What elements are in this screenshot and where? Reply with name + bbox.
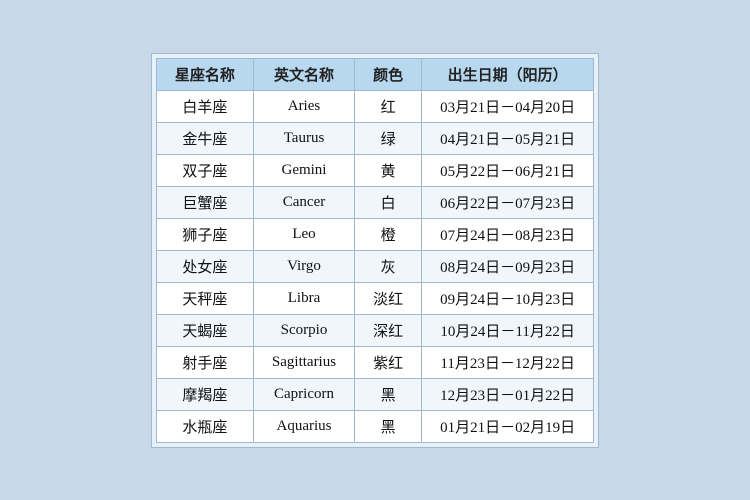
cell-dates: 10月24日－11月22日	[422, 314, 594, 346]
cell-color: 淡红	[355, 282, 422, 314]
cell-english: Cancer	[253, 186, 354, 218]
cell-chinese: 巨蟹座	[156, 186, 253, 218]
cell-english: Gemini	[253, 154, 354, 186]
cell-english: Sagittarius	[253, 346, 354, 378]
table-row: 天蝎座Scorpio深红10月24日－11月22日	[156, 314, 593, 346]
table-row: 天秤座Libra淡红09月24日－10月23日	[156, 282, 593, 314]
cell-color: 紫红	[355, 346, 422, 378]
table-row: 摩羯座Capricorn黑12月23日－01月22日	[156, 378, 593, 410]
cell-color: 黑	[355, 410, 422, 442]
cell-dates: 03月21日－04月20日	[422, 90, 594, 122]
cell-chinese: 摩羯座	[156, 378, 253, 410]
table-row: 射手座Sagittarius紫红11月23日－12月22日	[156, 346, 593, 378]
cell-dates: 06月22日－07月23日	[422, 186, 594, 218]
cell-chinese: 双子座	[156, 154, 253, 186]
table-row: 金牛座Taurus绿04月21日－05月21日	[156, 122, 593, 154]
col-header-dates: 出生日期（阳历）	[422, 58, 594, 90]
cell-english: Virgo	[253, 250, 354, 282]
cell-chinese: 处女座	[156, 250, 253, 282]
cell-chinese: 白羊座	[156, 90, 253, 122]
cell-color: 深红	[355, 314, 422, 346]
cell-english: Scorpio	[253, 314, 354, 346]
table-row: 双子座Gemini黄05月22日－06月21日	[156, 154, 593, 186]
cell-chinese: 水瓶座	[156, 410, 253, 442]
table-row: 处女座Virgo灰08月24日－09月23日	[156, 250, 593, 282]
cell-dates: 01月21日－02月19日	[422, 410, 594, 442]
cell-chinese: 金牛座	[156, 122, 253, 154]
cell-english: Aquarius	[253, 410, 354, 442]
cell-color: 橙	[355, 218, 422, 250]
cell-dates: 07月24日－08月23日	[422, 218, 594, 250]
cell-english: Leo	[253, 218, 354, 250]
table-header-row: 星座名称 英文名称 颜色 出生日期（阳历）	[156, 58, 593, 90]
cell-dates: 12月23日－01月22日	[422, 378, 594, 410]
cell-dates: 05月22日－06月21日	[422, 154, 594, 186]
cell-dates: 08月24日－09月23日	[422, 250, 594, 282]
zodiac-table-wrapper: 星座名称 英文名称 颜色 出生日期（阳历） 白羊座Aries红03月21日－04…	[151, 53, 599, 448]
col-header-english: 英文名称	[253, 58, 354, 90]
table-row: 巨蟹座Cancer白06月22日－07月23日	[156, 186, 593, 218]
table-row: 水瓶座Aquarius黑01月21日－02月19日	[156, 410, 593, 442]
cell-english: Aries	[253, 90, 354, 122]
cell-color: 绿	[355, 122, 422, 154]
cell-english: Capricorn	[253, 378, 354, 410]
cell-chinese: 射手座	[156, 346, 253, 378]
cell-english: Libra	[253, 282, 354, 314]
col-header-color: 颜色	[355, 58, 422, 90]
cell-color: 黑	[355, 378, 422, 410]
cell-chinese: 天秤座	[156, 282, 253, 314]
cell-english: Taurus	[253, 122, 354, 154]
cell-dates: 04月21日－05月21日	[422, 122, 594, 154]
col-header-chinese: 星座名称	[156, 58, 253, 90]
table-row: 白羊座Aries红03月21日－04月20日	[156, 90, 593, 122]
cell-color: 黄	[355, 154, 422, 186]
cell-chinese: 天蝎座	[156, 314, 253, 346]
table-row: 狮子座Leo橙07月24日－08月23日	[156, 218, 593, 250]
cell-color: 灰	[355, 250, 422, 282]
cell-color: 红	[355, 90, 422, 122]
zodiac-table: 星座名称 英文名称 颜色 出生日期（阳历） 白羊座Aries红03月21日－04…	[156, 58, 594, 443]
cell-dates: 09月24日－10月23日	[422, 282, 594, 314]
cell-color: 白	[355, 186, 422, 218]
cell-dates: 11月23日－12月22日	[422, 346, 594, 378]
cell-chinese: 狮子座	[156, 218, 253, 250]
